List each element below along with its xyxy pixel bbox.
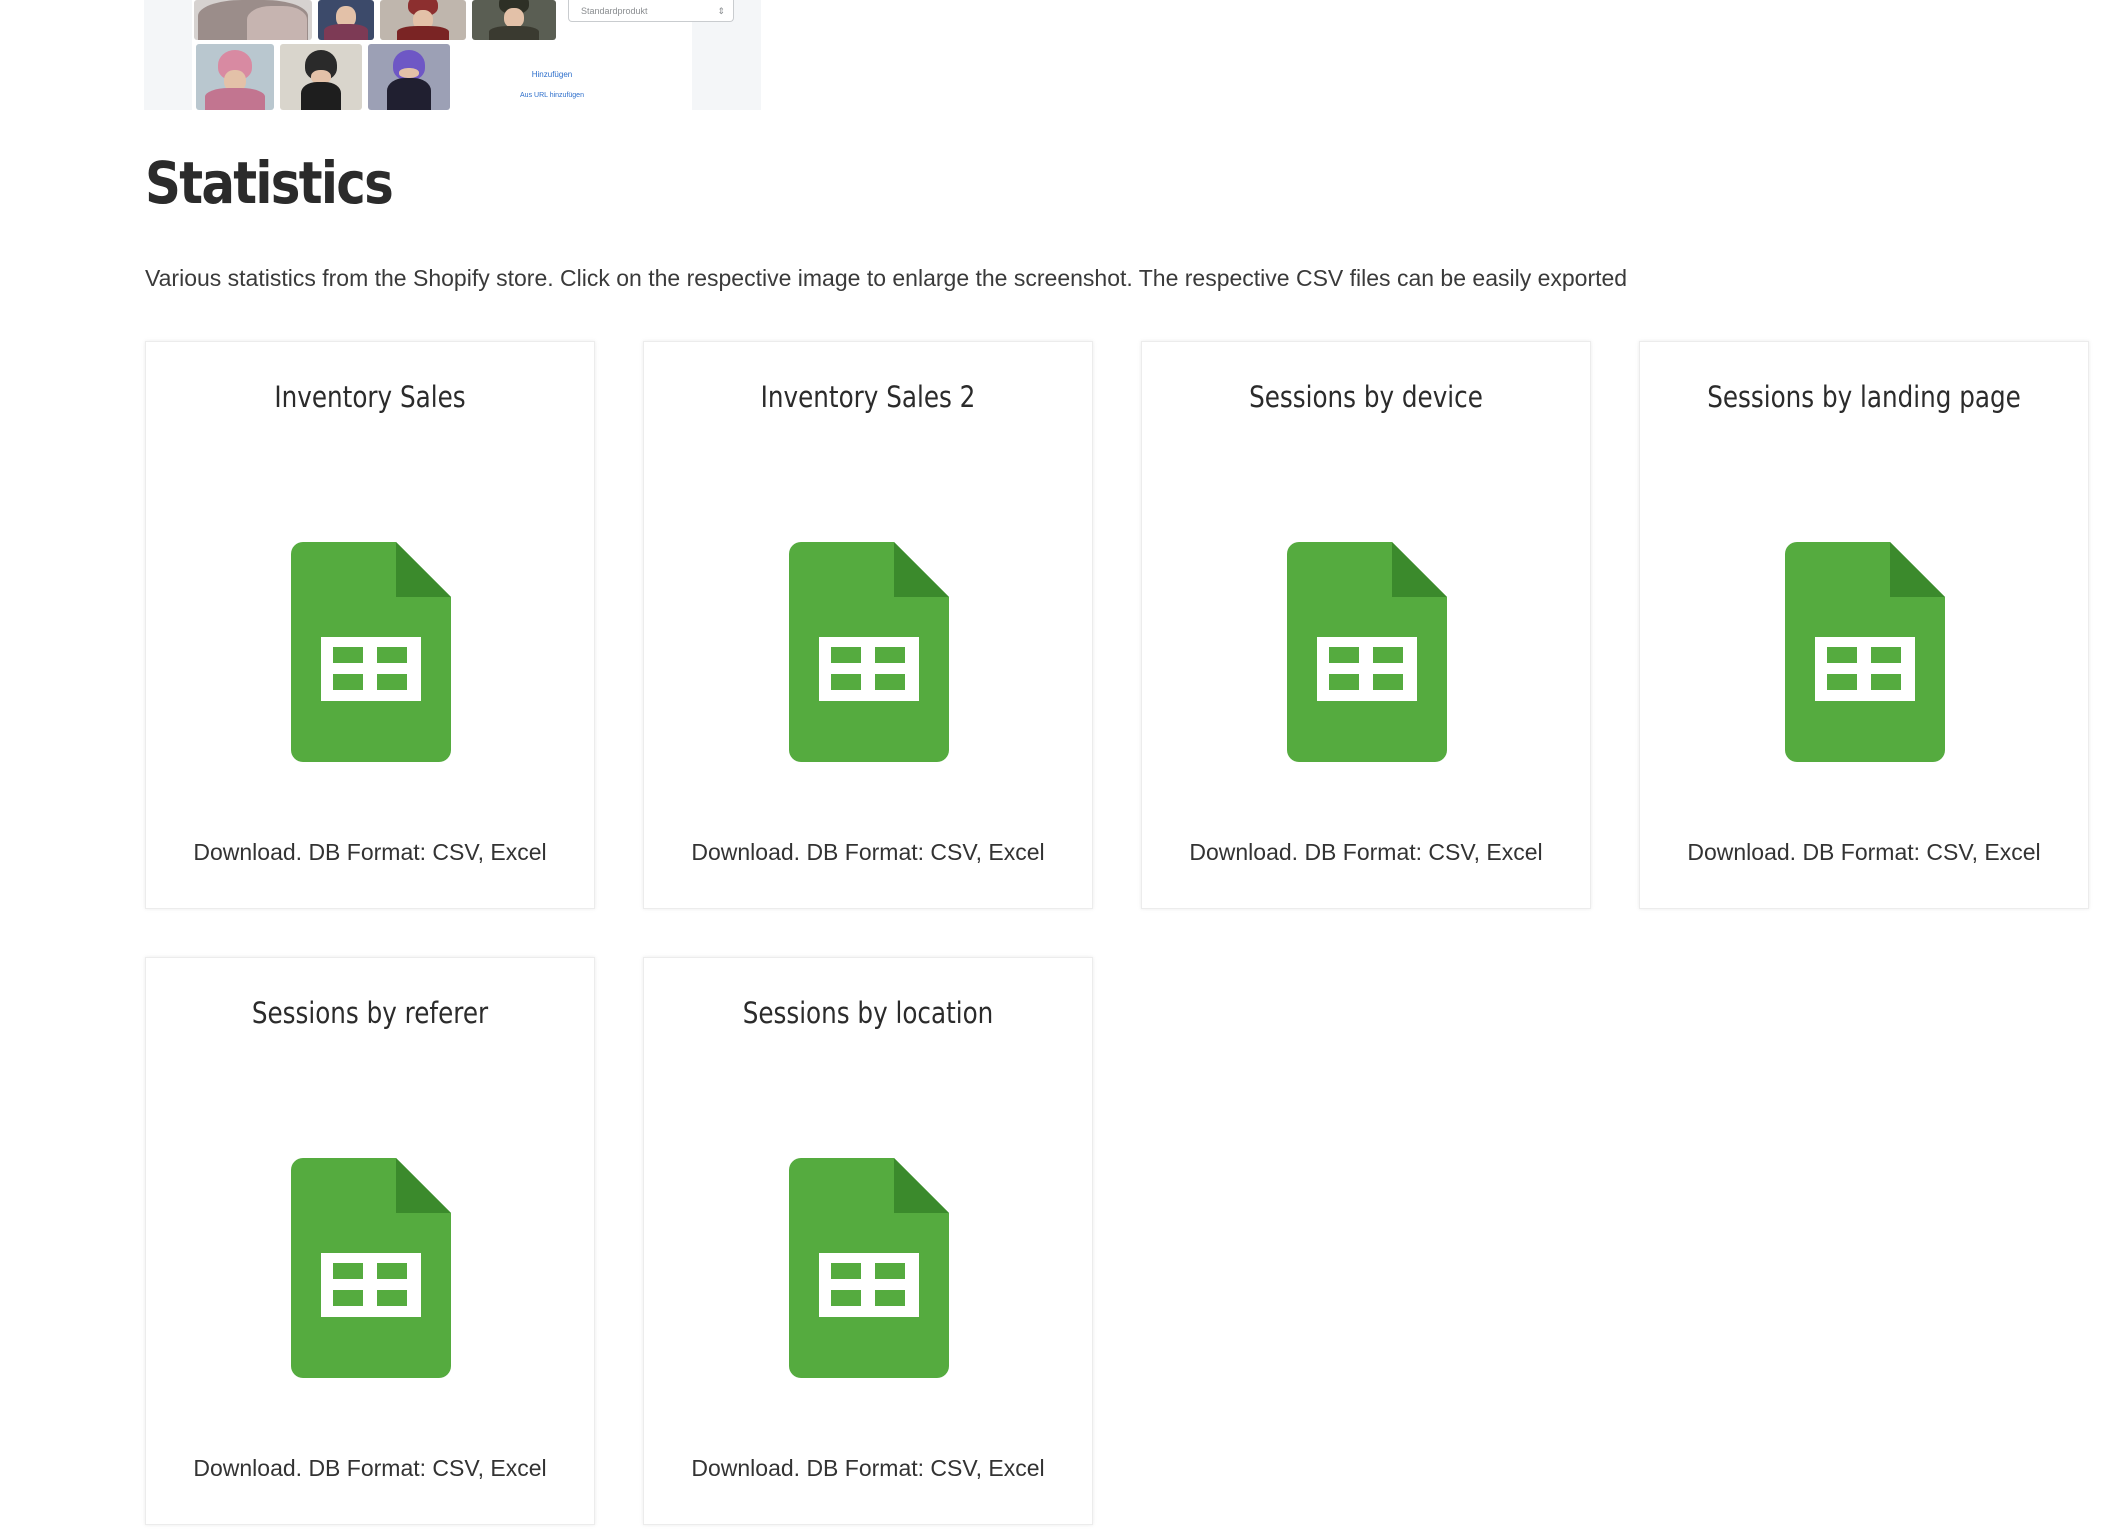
product-thumbnail[interactable] xyxy=(194,0,312,40)
statistics-card-sessions-by-device[interactable]: Sessions by device Download. DB Format: … xyxy=(1141,341,1591,909)
product-thumbnail[interactable] xyxy=(196,44,274,110)
section-description: Various statistics from the Shopify stor… xyxy=(145,265,1628,291)
product-thumbnail[interactable] xyxy=(280,44,362,110)
statistics-card-sessions-by-referer[interactable]: Sessions by referer Download. DB Format:… xyxy=(145,957,595,1525)
card-title: Sessions by device xyxy=(1249,380,1483,414)
card-download-text[interactable]: Download. DB Format: CSV, Excel xyxy=(1640,839,2088,866)
card-download-text[interactable]: Download. DB Format: CSV, Excel xyxy=(146,1455,594,1482)
card-image[interactable] xyxy=(1684,502,2046,802)
select-arrows-icon: ⇕ xyxy=(717,6,725,16)
spreadsheet-icon xyxy=(1785,542,1945,762)
product-thumbnail[interactable] xyxy=(472,0,556,40)
card-download-text[interactable]: Download. DB Format: CSV, Excel xyxy=(644,1455,1092,1482)
product-type-select[interactable]: Standardprodukt ⇕ xyxy=(568,0,734,22)
product-thumbnail[interactable] xyxy=(380,0,466,40)
spreadsheet-icon xyxy=(1287,542,1447,762)
spreadsheet-icon xyxy=(789,1158,949,1378)
spreadsheet-icon xyxy=(291,542,451,762)
product-thumbnail[interactable] xyxy=(368,44,450,110)
card-image[interactable] xyxy=(190,1118,552,1418)
product-thumbnail[interactable] xyxy=(318,0,374,40)
card-title: Sessions by location xyxy=(742,996,994,1030)
card-download-text[interactable]: Download. DB Format: CSV, Excel xyxy=(146,839,594,866)
card-title: Sessions by landing page xyxy=(1707,380,2021,414)
spreadsheet-icon xyxy=(789,542,949,762)
card-title: Inventory Sales 2 xyxy=(760,380,976,414)
card-download-text[interactable]: Download. DB Format: CSV, Excel xyxy=(644,839,1092,866)
card-title: Inventory Sales xyxy=(274,380,466,414)
add-image-link[interactable]: Hinzufügen xyxy=(504,70,600,79)
card-download-text[interactable]: Download. DB Format: CSV, Excel xyxy=(1142,839,1590,866)
card-title: Sessions by referer xyxy=(251,996,489,1030)
statistics-card-inventory-sales[interactable]: Inventory Sales Download. DB Format: CSV… xyxy=(145,341,595,909)
statistics-card-sessions-by-landing-page[interactable]: Sessions by landing page Download. DB Fo… xyxy=(1639,341,2089,909)
product-gallery-preview[interactable]: Hinzufügen Aus URL hinzufügen Standardpr… xyxy=(144,0,761,110)
card-image[interactable] xyxy=(688,502,1050,802)
statistics-card-inventory-sales-2[interactable]: Inventory Sales 2 Download. DB Format: C… xyxy=(643,341,1093,909)
section-title: Statistics xyxy=(145,149,394,217)
statistics-card-sessions-by-location[interactable]: Sessions by location Download. DB Format… xyxy=(643,957,1093,1525)
add-from-url-link[interactable]: Aus URL hinzufügen xyxy=(504,92,600,99)
card-image[interactable] xyxy=(190,502,552,802)
spreadsheet-icon xyxy=(291,1158,451,1378)
product-type-select-value: Standardprodukt xyxy=(581,6,648,16)
card-image[interactable] xyxy=(688,1118,1050,1418)
statistics-card-grid: Inventory Sales Download. DB Format: CSV… xyxy=(145,341,2091,1525)
card-image[interactable] xyxy=(1186,502,1548,802)
